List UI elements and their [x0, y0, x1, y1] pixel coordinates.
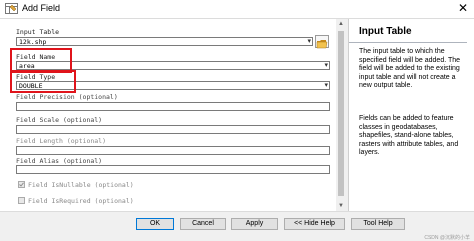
hide-help-button[interactable]: << Hide Help	[284, 218, 345, 230]
tool-help-button[interactable]: Tool Help	[351, 218, 405, 230]
scroll-down-icon[interactable]: ▼	[336, 201, 346, 211]
input-table-dropdown[interactable]: 12k.shp ▾	[16, 37, 313, 46]
scroll-up-icon[interactable]: ▲	[336, 19, 346, 29]
folder-icon	[316, 40, 328, 49]
field-alias-label: Field Alias (optional)	[16, 157, 103, 165]
help-paragraph-2: Fields can be added to feature classes i…	[359, 115, 459, 157]
chevron-down-icon[interactable]: ▾	[324, 62, 328, 70]
checkmark-icon	[19, 182, 24, 187]
field-isnullable-label: Field IsNullable (optional)	[28, 181, 134, 189]
input-table-label: Input Table	[16, 28, 60, 36]
chevron-down-icon[interactable]: ▾	[324, 82, 328, 90]
apply-button[interactable]: Apply	[231, 218, 278, 230]
chevron-down-icon[interactable]: ▾	[307, 38, 311, 46]
scrollbar-thumb[interactable]	[338, 31, 344, 196]
input-table-value: 12k.shp	[19, 38, 47, 46]
field-length-label: Field Length (optional)	[16, 137, 107, 145]
window-title: Add Field	[22, 3, 61, 13]
title-bar: Add Field ✕	[0, 0, 474, 19]
field-type-highlight	[10, 70, 76, 93]
button-bar: OK Cancel Apply << Hide Help Tool Help C…	[0, 211, 474, 241]
field-alias-input[interactable]	[16, 165, 330, 174]
field-scale-input[interactable]	[16, 125, 330, 134]
close-icon[interactable]: ✕	[458, 1, 468, 15]
help-title: Input Table	[359, 26, 412, 37]
browse-folder-button[interactable]	[315, 35, 329, 49]
field-precision-label: Field Precision (optional)	[16, 93, 118, 101]
help-panel: Input Table The input table to which the…	[348, 19, 474, 211]
parameters-form: Input Table 12k.shp ▾ Field Name area ▾ …	[0, 19, 346, 211]
cancel-button[interactable]: Cancel	[180, 218, 226, 230]
field-isrequired-label: Field IsRequired (optional)	[28, 197, 134, 205]
add-field-icon	[5, 3, 18, 14]
help-divider	[349, 42, 467, 43]
ok-button[interactable]: OK	[136, 218, 174, 230]
field-isnullable-checkbox[interactable]	[18, 181, 25, 188]
field-length-input[interactable]	[16, 146, 330, 155]
field-precision-input[interactable]	[16, 102, 330, 111]
field-isrequired-checkbox[interactable]	[18, 197, 25, 204]
help-paragraph-1: The input table to which the specified f…	[359, 48, 461, 90]
form-scrollbar[interactable]: ▲ ▼	[336, 19, 346, 211]
field-scale-label: Field Scale (optional)	[16, 116, 103, 124]
